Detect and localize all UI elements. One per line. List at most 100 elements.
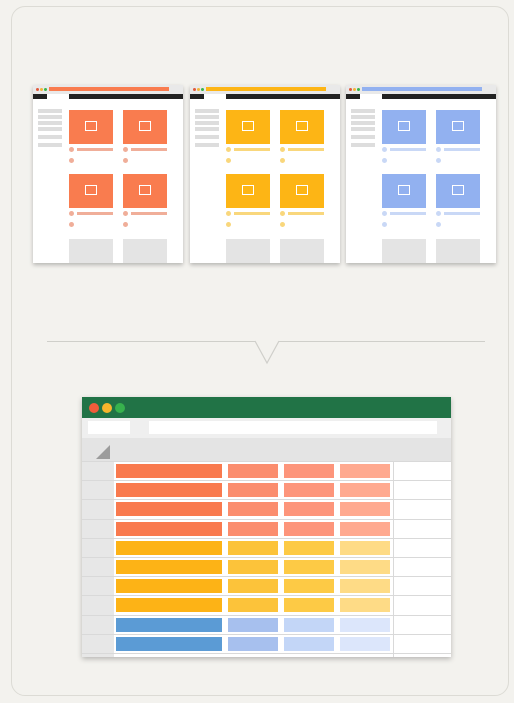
image-tile bbox=[436, 174, 480, 208]
caption-dot bbox=[280, 158, 285, 163]
grid-line bbox=[82, 518, 451, 520]
placeholder-tile bbox=[382, 239, 426, 263]
image-icon bbox=[398, 185, 410, 195]
caption-line bbox=[234, 148, 270, 151]
cell-yellow bbox=[116, 540, 222, 555]
caption-dot bbox=[123, 147, 128, 152]
website-mockup-orange bbox=[33, 85, 183, 263]
cell-blue bbox=[228, 617, 278, 632]
grid-line bbox=[82, 499, 451, 501]
window-dot-icon bbox=[44, 88, 47, 91]
spreadsheet-toolbar bbox=[82, 418, 451, 438]
cell-yellow bbox=[116, 598, 222, 613]
browser-address-bar bbox=[362, 87, 482, 91]
cell-orange bbox=[340, 502, 390, 517]
sidebar-line bbox=[195, 115, 219, 119]
caption-dot bbox=[436, 211, 441, 216]
cell-yellow bbox=[228, 579, 278, 594]
image-icon bbox=[85, 121, 97, 131]
window-dot-icon bbox=[89, 403, 99, 413]
mockup-logo bbox=[346, 94, 360, 99]
mockup-logo bbox=[190, 94, 204, 99]
image-icon bbox=[242, 121, 254, 131]
cell-orange bbox=[284, 521, 334, 536]
image-icon bbox=[296, 185, 308, 195]
caption-dot bbox=[69, 222, 74, 227]
window-dot-icon bbox=[357, 88, 360, 91]
cell-yellow bbox=[116, 579, 222, 594]
caption-line bbox=[390, 212, 426, 215]
image-tile bbox=[69, 110, 113, 144]
window-dot-icon bbox=[115, 403, 125, 413]
sidebar-line bbox=[38, 115, 62, 119]
caption-dot bbox=[69, 211, 74, 216]
sidebar-line bbox=[38, 121, 62, 125]
cell-orange bbox=[228, 464, 278, 478]
sidebar-line bbox=[195, 121, 219, 125]
cell-blue bbox=[116, 617, 222, 632]
caption-dot bbox=[382, 147, 387, 152]
browser-address-bar bbox=[206, 87, 326, 91]
image-icon bbox=[85, 185, 97, 195]
cell-yellow bbox=[228, 598, 278, 613]
caption-line bbox=[390, 148, 426, 151]
placeholder-tile bbox=[123, 239, 167, 263]
caption-line bbox=[77, 148, 113, 151]
caption-line bbox=[288, 212, 324, 215]
sidebar-line bbox=[351, 143, 375, 147]
image-tile bbox=[226, 174, 270, 208]
caption-dot bbox=[123, 211, 128, 216]
caption-dot bbox=[436, 147, 441, 152]
browser-address-bar bbox=[49, 87, 169, 91]
grid-line bbox=[82, 653, 451, 654]
cell-yellow bbox=[116, 560, 222, 574]
image-icon bbox=[139, 185, 151, 195]
cell-orange bbox=[228, 502, 278, 517]
mockup-logo bbox=[33, 94, 47, 99]
cell-orange bbox=[116, 502, 222, 517]
grid-line bbox=[82, 633, 451, 635]
caption-line bbox=[234, 212, 270, 215]
cell-orange bbox=[340, 521, 390, 536]
caption-dot bbox=[226, 147, 231, 152]
cell-yellow bbox=[340, 579, 390, 594]
sidebar-line bbox=[38, 143, 62, 147]
divider-right bbox=[279, 341, 485, 342]
image-tile bbox=[69, 174, 113, 208]
caption-line bbox=[444, 148, 480, 151]
caption-line bbox=[131, 148, 167, 151]
cell-blue bbox=[340, 636, 390, 651]
caption-line bbox=[131, 212, 167, 215]
caption-dot bbox=[436, 158, 441, 163]
cell-yellow bbox=[340, 540, 390, 555]
formula-bar bbox=[149, 421, 437, 434]
image-icon bbox=[242, 185, 254, 195]
image-tile bbox=[382, 110, 426, 144]
cell-orange bbox=[284, 502, 334, 517]
caption-dot bbox=[69, 147, 74, 152]
cell-blue bbox=[340, 617, 390, 632]
cell-yellow bbox=[228, 540, 278, 555]
window-dot-icon bbox=[353, 88, 356, 91]
grid-line bbox=[82, 614, 451, 616]
image-icon bbox=[452, 121, 464, 131]
mockup-nav bbox=[226, 94, 340, 99]
divider-left bbox=[47, 341, 255, 342]
image-tile bbox=[382, 174, 426, 208]
mockup-nav bbox=[382, 94, 496, 99]
sidebar-line bbox=[38, 109, 62, 113]
image-tile bbox=[280, 110, 324, 144]
website-mockup-blue bbox=[346, 85, 496, 263]
caption-dot bbox=[382, 211, 387, 216]
sidebar-line bbox=[351, 127, 375, 131]
caption-dot bbox=[436, 222, 441, 227]
cell-yellow bbox=[340, 560, 390, 574]
caption-dot bbox=[280, 147, 285, 152]
cell-yellow bbox=[284, 560, 334, 574]
image-icon bbox=[296, 121, 308, 131]
sidebar-line bbox=[351, 109, 375, 113]
cell-orange bbox=[284, 464, 334, 478]
mockup-header bbox=[346, 94, 496, 99]
cell-orange bbox=[116, 483, 222, 498]
grid-line bbox=[82, 537, 451, 539]
